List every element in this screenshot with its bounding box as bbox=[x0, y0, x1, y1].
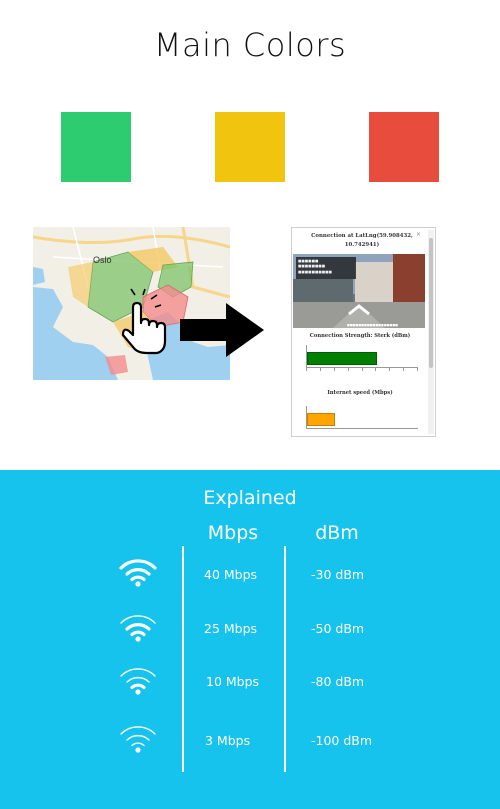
page-title: Main Colors bbox=[153, 26, 347, 64]
mbps-value: 40 Mbps bbox=[204, 567, 258, 582]
mbps-column-header: Mbps bbox=[207, 522, 259, 544]
connection-popup: Connection at LatLng(59.908432, 10.74294… bbox=[291, 227, 436, 437]
column-divider bbox=[182, 546, 184, 772]
mbps-value: 10 Mbps bbox=[206, 674, 260, 689]
popup-close-icon[interactable]: × bbox=[416, 231, 421, 238]
explained-heading: Explained bbox=[203, 487, 297, 509]
wifi-strength-4-icon bbox=[119, 559, 157, 587]
color-swatch-yellow bbox=[215, 112, 285, 182]
wifi-strength-2-icon bbox=[120, 668, 156, 695]
internet-speed-label: Internet speed (Mbps) bbox=[327, 390, 393, 396]
dbm-value: -50 dBm bbox=[311, 621, 365, 636]
street-view-image: ■■■■■■ ■■■■■■■■ ■■■■■■■■■■ ■■■■■■■■■■■■■■■… bbox=[293, 254, 425, 328]
mbps-value: 25 Mbps bbox=[204, 621, 258, 636]
map-city-label: Oslo bbox=[93, 255, 112, 265]
dbm-value: -80 dBm bbox=[311, 674, 365, 689]
wifi-strength-3-icon bbox=[120, 615, 156, 642]
dbm-column-header: dBm bbox=[315, 522, 359, 544]
column-divider bbox=[284, 546, 286, 772]
popup-scrollbar-thumb[interactable] bbox=[429, 238, 433, 368]
popup-title: Connection at LatLng(59.908432, 10.74294… bbox=[311, 233, 413, 248]
color-swatch-red bbox=[369, 112, 439, 182]
connection-strength-label: Connection Strength: Sterk (dBm) bbox=[309, 333, 411, 339]
explained-panel bbox=[0, 470, 500, 809]
street-view-badge: ■■■■■■ ■■■■■■■■ ■■■■■■■■■■ bbox=[296, 257, 356, 279]
color-swatch-green bbox=[61, 112, 131, 182]
dbm-value: -30 dBm bbox=[311, 567, 365, 582]
connection-strength-bar bbox=[307, 352, 378, 365]
wifi-strength-1-icon bbox=[120, 726, 156, 753]
mbps-value: 3 Mbps bbox=[205, 733, 251, 748]
internet-speed-bar bbox=[307, 413, 336, 426]
arrow-right-icon bbox=[180, 303, 264, 357]
street-view-footer: ■■■■■■■■■■■■■■■■■■ bbox=[347, 323, 399, 327]
dbm-value: -100 dBm bbox=[311, 733, 373, 748]
